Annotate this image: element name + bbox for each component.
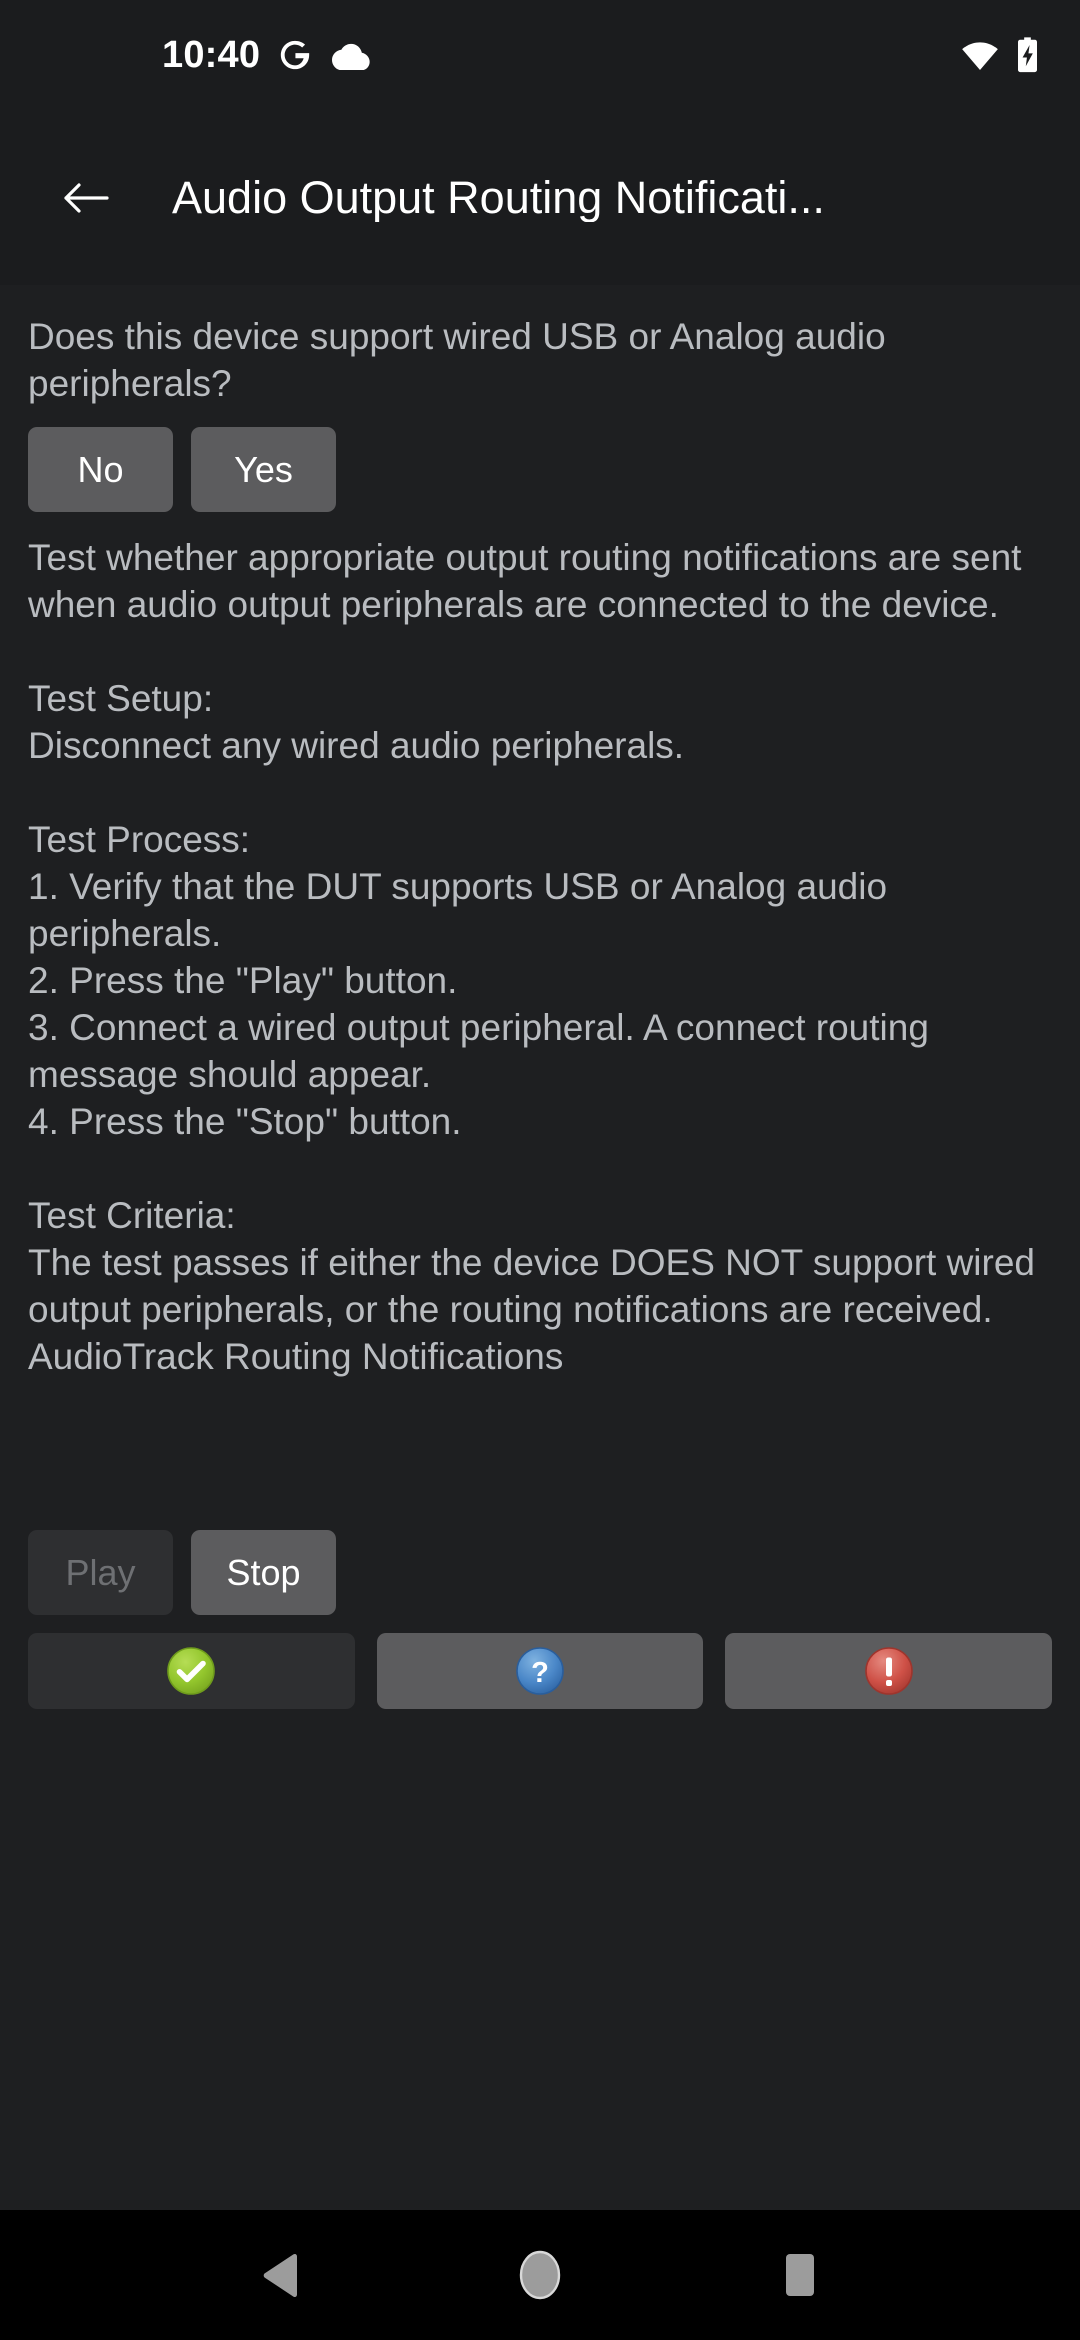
layout-spacer: [28, 1380, 1052, 1510]
battery-charging-icon: [1015, 36, 1040, 74]
support-question: Does this device support wired USB or An…: [28, 316, 896, 404]
nav-home-button[interactable]: [485, 2220, 595, 2330]
svg-text:?: ?: [531, 1657, 549, 1689]
info-button[interactable]: ?: [376, 1633, 704, 1709]
app-bar: Audio Output Routing Notificati...: [0, 110, 1080, 285]
google-g-icon: [278, 38, 312, 72]
wifi-icon: [961, 40, 999, 70]
cloud-icon: [330, 40, 370, 70]
page-title: Audio Output Routing Notificati...: [172, 172, 825, 223]
status-bar: 10:40: [0, 0, 1080, 110]
pass-check-icon: [166, 1646, 216, 1696]
status-bar-left: 10:40: [162, 36, 370, 74]
back-arrow-icon: [63, 178, 109, 218]
play-button[interactable]: Play: [28, 1530, 173, 1615]
nav-home-circle-icon: [517, 2250, 563, 2300]
nav-recents-square-icon: [780, 2251, 820, 2299]
fail-button[interactable]: [725, 1633, 1053, 1709]
pass-button[interactable]: [28, 1633, 355, 1709]
back-button[interactable]: [48, 160, 124, 236]
stop-button[interactable]: Stop: [191, 1530, 336, 1615]
test-instructions: Test whether appropriate output routing …: [28, 537, 1035, 1330]
status-bar-right: [961, 36, 1040, 74]
phone-screen: 10:40 Audio Output Routing Notificati...…: [0, 0, 1080, 2340]
fail-exclamation-icon: [864, 1646, 914, 1696]
answer-button-row: No Yes: [28, 427, 1052, 512]
system-navigation-bar: [0, 2210, 1080, 2340]
nav-recents-button[interactable]: [745, 2220, 855, 2330]
no-button[interactable]: No: [28, 427, 173, 512]
content-area: Does this device support wired USB or An…: [0, 285, 1080, 2210]
nav-back-triangle-icon: [259, 2252, 301, 2298]
nav-back-button[interactable]: [225, 2220, 335, 2330]
verdict-button-row: ?: [28, 1633, 1053, 1709]
status-bar-clock: 10:40: [162, 34, 261, 76]
yes-button[interactable]: Yes: [191, 427, 336, 512]
routing-status-text: AudioTrack Routing Notifications: [28, 1336, 564, 1377]
info-question-icon: ?: [515, 1646, 565, 1696]
transport-button-row: Play Stop: [28, 1530, 1052, 1615]
